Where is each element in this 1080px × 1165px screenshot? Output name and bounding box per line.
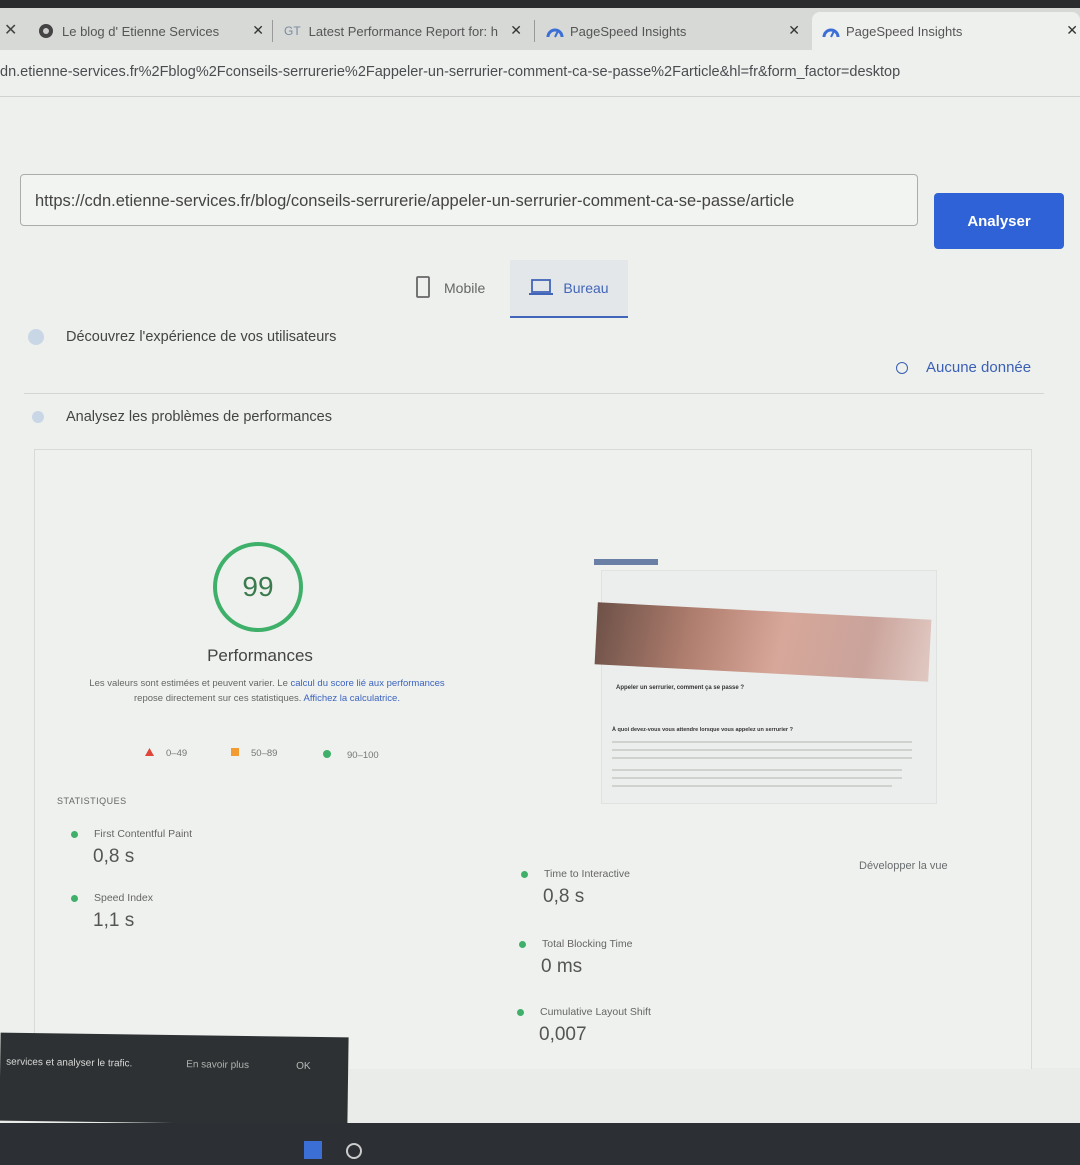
metric-label: First Contentful Paint bbox=[94, 828, 193, 840]
page: Analyser Mobile Bureau Découvrez l'expér… bbox=[0, 97, 1080, 1165]
cookie-banner: services et analyser le trafic. En savoi… bbox=[0, 1032, 349, 1126]
performance-gauge: 99 bbox=[213, 542, 303, 632]
tab-bureau[interactable]: Bureau bbox=[510, 260, 628, 318]
legend-label: 50–89 bbox=[251, 748, 278, 759]
metric-value: 1,1 s bbox=[93, 910, 135, 931]
expand-view-toggle[interactable]: Développer la vue bbox=[859, 860, 948, 872]
preview-text-line bbox=[612, 741, 912, 743]
metric-label: Cumulative Layout Shift bbox=[540, 1006, 651, 1018]
good-dot bbox=[519, 940, 526, 948]
performance-score: 99 bbox=[242, 571, 274, 602]
preview-text-line bbox=[612, 785, 892, 787]
no-data-status[interactable]: Aucune donnée bbox=[896, 359, 1031, 376]
metric-value: 0,007 bbox=[539, 1024, 587, 1045]
tab-pagespeed[interactable]: PageSpeed Insights ✕ bbox=[546, 12, 804, 50]
legend-label: 0–49 bbox=[166, 748, 188, 759]
preview-text-line bbox=[612, 769, 902, 771]
search-icon[interactable] bbox=[346, 1143, 362, 1159]
url-input[interactable] bbox=[21, 175, 917, 227]
address-bar[interactable]: dn.etienne-services.fr%2Fblog%2Fconseils… bbox=[0, 50, 1080, 97]
lab-data-section: Analysez les problèmes de performances bbox=[32, 409, 332, 425]
close-icon[interactable]: ✕ bbox=[510, 22, 522, 39]
address-url: dn.etienne-services.fr%2Fblog%2Fconseils… bbox=[0, 64, 901, 80]
section-title: Découvrez l'expérience de vos utilisateu… bbox=[66, 329, 337, 345]
metric-value: 0,8 s bbox=[543, 886, 585, 907]
preview-text-line bbox=[612, 757, 912, 759]
metric-tti: Time to Interactive 0,8 s bbox=[521, 868, 630, 908]
lab-icon bbox=[32, 411, 44, 423]
tab-title: Latest Performance Report for: h bbox=[308, 23, 498, 39]
site-logo bbox=[594, 559, 658, 565]
metric-value: 0,8 s bbox=[93, 846, 135, 867]
globe-icon bbox=[38, 23, 54, 39]
pagespeed-icon bbox=[546, 23, 564, 39]
close-icon[interactable]: ✕ bbox=[4, 20, 17, 40]
tab-title: Le blog d' Etienne Services bbox=[62, 23, 220, 39]
good-dot bbox=[71, 894, 78, 902]
users-icon bbox=[28, 329, 44, 345]
learn-more-link[interactable]: En savoir plus bbox=[186, 1059, 249, 1071]
close-icon[interactable]: ✕ bbox=[252, 22, 264, 39]
metric-label: Time to Interactive bbox=[544, 868, 630, 880]
note-text: repose directement sur ces statistiques. bbox=[134, 693, 304, 704]
preview-text-line bbox=[612, 777, 902, 779]
windows-start-icon[interactable] bbox=[304, 1141, 322, 1159]
taskbar bbox=[0, 1123, 1080, 1165]
tab-label: Mobile bbox=[444, 280, 486, 296]
metric-tbt: Total Blocking Time 0 ms bbox=[519, 938, 632, 978]
url-search-box[interactable] bbox=[20, 174, 918, 227]
tab-bar: ✕ Le blog d' Etienne Services ✕ GT Lates… bbox=[0, 0, 1080, 50]
info-icon bbox=[896, 361, 908, 374]
metric-value: 0 ms bbox=[541, 956, 583, 977]
legend-good: 90–100 bbox=[323, 750, 379, 761]
tab-pagespeed-active[interactable]: PageSpeed Insights ✕ bbox=[812, 12, 1080, 50]
close-icon[interactable]: ✕ bbox=[1066, 22, 1078, 39]
analyze-button[interactable]: Analyser bbox=[934, 193, 1064, 249]
metric-label: Speed Index bbox=[94, 892, 153, 904]
good-dot bbox=[71, 830, 78, 838]
field-data-section: Découvrez l'expérience de vos utilisateu… bbox=[28, 329, 336, 345]
metric-fcp: First Contentful Paint 0,8 s bbox=[71, 828, 192, 868]
tab-gtmetrix[interactable]: GT Latest Performance Report for: h ✕ bbox=[284, 12, 526, 50]
circle-icon bbox=[323, 750, 331, 761]
note-text: Les valeurs sont estimées et peuvent var… bbox=[89, 678, 291, 689]
lab-card: 99 Performances Les valeurs sont estimée… bbox=[34, 449, 1032, 1069]
phone-icon bbox=[416, 275, 430, 301]
ok-button[interactable]: OK bbox=[296, 1061, 311, 1072]
preview-text-line bbox=[612, 749, 912, 751]
triangle-icon bbox=[145, 748, 154, 759]
tab-separator bbox=[272, 20, 273, 42]
hero-photo bbox=[594, 602, 932, 682]
preview-heading: Appeler un serrurier, comment ça se pass… bbox=[616, 685, 745, 691]
metric-cls: Cumulative Layout Shift 0,007 bbox=[517, 1006, 651, 1046]
statistics-heading: STATISTIQUES bbox=[57, 796, 127, 806]
tab-blog[interactable]: Le blog d' Etienne Services ✕ bbox=[38, 12, 268, 50]
pagespeed-icon bbox=[822, 23, 840, 39]
divider bbox=[24, 393, 1044, 394]
page-screenshot-thumbnail: Appeler un serrurier, comment ça se pass… bbox=[594, 559, 937, 804]
metric-label: Total Blocking Time bbox=[542, 938, 633, 950]
tab-mobile[interactable]: Mobile bbox=[416, 260, 506, 316]
score-calc-link[interactable]: calcul du score lié aux performances bbox=[291, 678, 445, 689]
good-dot bbox=[517, 1008, 524, 1016]
gtmetrix-icon: GT bbox=[284, 24, 301, 38]
section-title: Analysez les problèmes de performances bbox=[66, 409, 332, 425]
tab-title: PageSpeed Insights bbox=[846, 23, 963, 39]
tab-separator bbox=[534, 20, 535, 42]
tab-label: Bureau bbox=[563, 280, 609, 296]
legend-average: 50–89 bbox=[231, 748, 277, 759]
performance-label: Performances bbox=[207, 646, 313, 665]
no-data-label: Aucune donnée bbox=[926, 359, 1032, 376]
preview-subheading: À quoi devez-vous vous attendre lorsque … bbox=[612, 727, 793, 733]
close-icon[interactable]: ✕ bbox=[788, 22, 800, 39]
metric-speed-index: Speed Index 1,1 s bbox=[71, 892, 153, 932]
score-note: Les valeurs sont estimées et peuvent var… bbox=[87, 676, 447, 706]
good-dot bbox=[521, 870, 528, 878]
calculator-link[interactable]: Affichez la calculatrice. bbox=[304, 693, 400, 704]
square-icon bbox=[231, 748, 239, 759]
legend-label: 90–100 bbox=[347, 750, 379, 761]
laptop-icon bbox=[529, 278, 554, 299]
legend-fail: 0–49 bbox=[145, 748, 187, 759]
tab-title: PageSpeed Insights bbox=[570, 23, 687, 39]
